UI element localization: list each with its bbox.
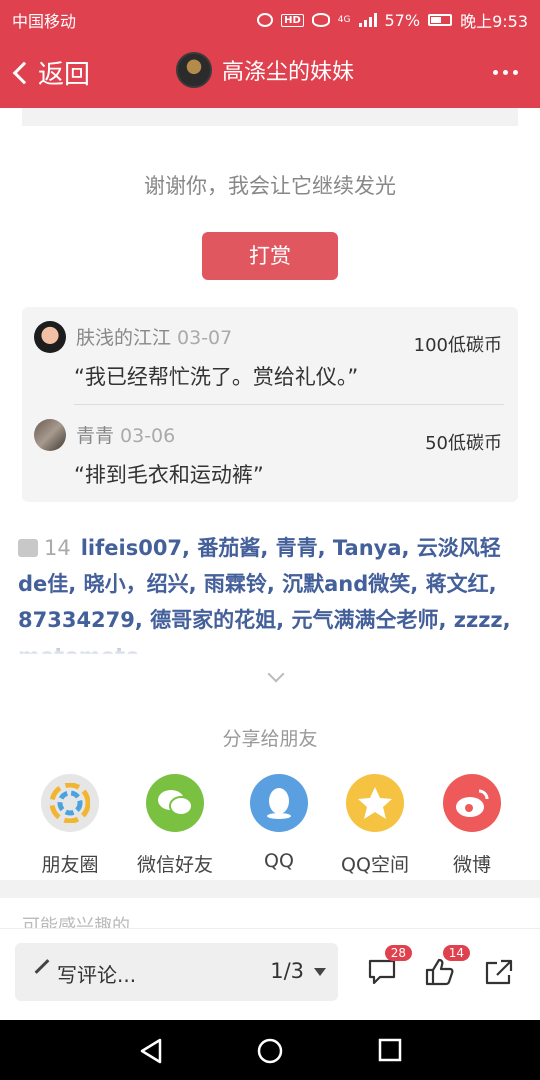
- status-bar: 中国移动 HD 4G 57% 晚上9:53: [0, 0, 540, 36]
- reward-date: 03-07: [177, 327, 233, 349]
- moments-icon: [41, 774, 99, 832]
- reward-button[interactable]: 打赏: [202, 232, 338, 280]
- section-divider: [0, 880, 540, 898]
- page-title: 高涤尘的妹妹: [222, 60, 355, 85]
- share-qq-button[interactable]: QQ: [230, 774, 328, 872]
- like-count-badge: 14: [442, 945, 470, 961]
- reward-amount: 100低碳币: [413, 335, 502, 356]
- nav-recents-icon[interactable]: [378, 1038, 402, 1062]
- content-strip: [22, 108, 518, 126]
- likes-fade: [0, 634, 540, 658]
- share-icon: [485, 959, 513, 985]
- avatar: [176, 52, 212, 88]
- comment-icon: [368, 959, 396, 985]
- share-button[interactable]: [483, 957, 515, 987]
- nav-home-icon[interactable]: [257, 1038, 283, 1064]
- back-button[interactable]: 返回: [10, 54, 90, 91]
- nav-back-icon[interactable]: [138, 1038, 164, 1064]
- comment-count-badge: 28: [384, 945, 412, 961]
- alarm-icon: [257, 13, 274, 27]
- thumbs-up-icon: [18, 539, 38, 557]
- clock: 晚上9:53: [460, 12, 528, 31]
- comments-button[interactable]: 28: [366, 945, 412, 987]
- comment-placeholder: 写评论...: [57, 963, 137, 987]
- page-indicator[interactable]: 1/3: [270, 959, 304, 983]
- reward-amount: 50低碳币: [425, 433, 502, 454]
- carrier-name: 中国移动: [12, 12, 77, 31]
- weibo-icon: [443, 774, 501, 832]
- thanks-text: 谢谢你，我会让它继续发光: [144, 174, 396, 198]
- status-icons: HD 4G 57% 晚上9:53: [257, 8, 528, 32]
- reward-user[interactable]: 肤浅的江江 03-07: [76, 323, 232, 350]
- eye-icon: [311, 13, 330, 27]
- bottom-bar: 写评论... 1/3 28 14: [0, 928, 540, 1018]
- app-header: 返回 高涤尘的妹妹: [0, 36, 540, 108]
- reward-message: “排到毛衣和运动裤”: [74, 463, 264, 487]
- share-weibo-label: 微博: [452, 854, 491, 876]
- share-qzone-label: QQ空间: [341, 854, 409, 876]
- chevron-down-icon[interactable]: [267, 665, 285, 683]
- battery-icon: [428, 14, 453, 26]
- share-label: 分享给朋友: [222, 728, 318, 750]
- share-wechat-label: 微信好友: [136, 854, 213, 876]
- hd-icon: HD: [281, 13, 304, 27]
- share-moments-label: 朋友圈: [41, 854, 99, 876]
- qq-icon: [250, 774, 308, 832]
- chevron-left-icon: [12, 61, 36, 84]
- avatar[interactable]: [34, 321, 66, 353]
- thumbs-up-icon: [425, 958, 454, 986]
- reward-message: “我已经帮忙洗了。赏给礼仪。”: [74, 365, 359, 389]
- qzone-icon: [346, 774, 404, 832]
- caret-down-icon[interactable]: [314, 968, 326, 976]
- share-wechat-button[interactable]: 微信好友: [126, 774, 224, 877]
- reward-user[interactable]: 青青 03-06: [76, 421, 175, 448]
- share-weibo-button[interactable]: 微博: [423, 774, 521, 877]
- system-nav-bar: [0, 1020, 540, 1080]
- battery-percent: 57%: [384, 10, 421, 30]
- pen-icon: [34, 959, 50, 974]
- share-qzone-button[interactable]: QQ空间: [326, 774, 424, 877]
- share-qq-label: QQ: [264, 850, 294, 872]
- share-moments-button[interactable]: 朋友圈: [21, 774, 119, 877]
- like-button[interactable]: 14: [424, 945, 470, 987]
- comment-input[interactable]: 写评论... 1/3: [15, 943, 338, 1001]
- network-type: 4G: [337, 15, 351, 25]
- more-options-icon[interactable]: [493, 70, 518, 75]
- header-title-group[interactable]: 高涤尘的妹妹: [176, 52, 354, 88]
- like-count: 14: [44, 536, 71, 560]
- avatar[interactable]: [34, 419, 66, 451]
- signal-icon: [358, 13, 377, 27]
- rewards-list: 肤浅的江江 03-07 100低碳币 “我已经帮忙洗了。赏给礼仪。” 青青 03-0…: [22, 307, 518, 502]
- back-label: 返回: [38, 60, 91, 90]
- wechat-icon: [146, 774, 204, 832]
- divider: [74, 404, 504, 405]
- reward-date: 03-06: [120, 425, 176, 447]
